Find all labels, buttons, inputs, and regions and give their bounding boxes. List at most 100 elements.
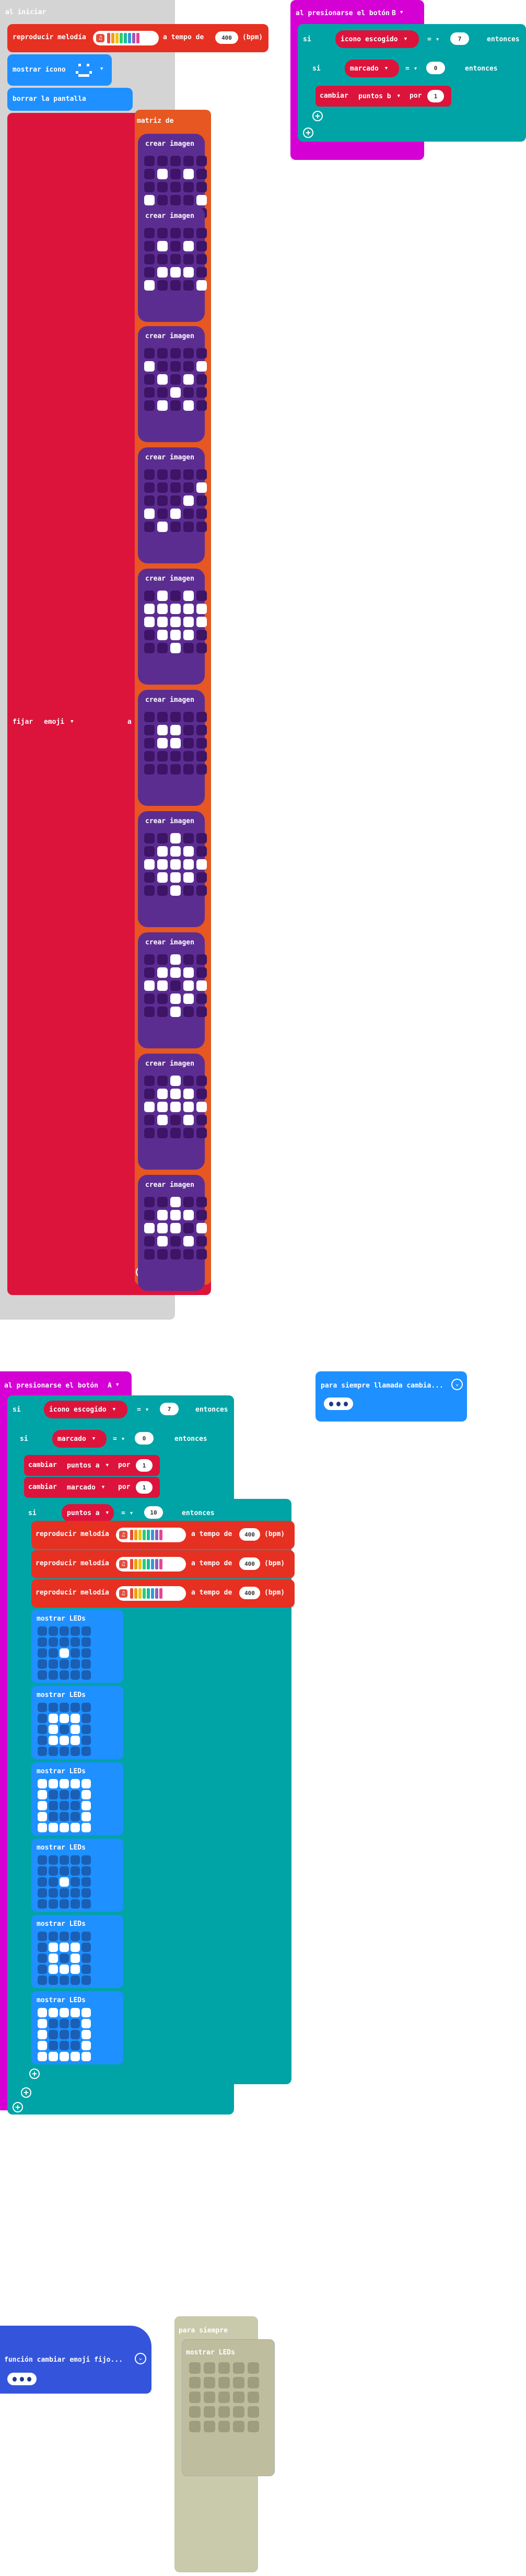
led-on[interactable] [183, 267, 194, 278]
led-on[interactable] [71, 1823, 80, 1832]
led-off[interactable] [144, 241, 155, 251]
led-off[interactable] [144, 387, 155, 398]
led-off[interactable] [144, 751, 155, 761]
led-off[interactable] [81, 1855, 91, 1865]
a-change2-var[interactable]: marcado ▼ [62, 1480, 114, 1495]
led-on[interactable] [49, 1943, 58, 1952]
led-off[interactable] [183, 254, 194, 264]
plus-icon[interactable]: + [303, 128, 313, 138]
led-off[interactable] [81, 1637, 91, 1647]
led-off[interactable] [157, 751, 168, 761]
led-on[interactable] [183, 1236, 194, 1246]
led-off[interactable] [81, 1714, 91, 1723]
led-on[interactable] [183, 604, 194, 614]
led-on[interactable] [49, 1779, 58, 1788]
led-off[interactable] [248, 2406, 259, 2418]
led-off[interactable] [170, 1115, 181, 1125]
led-off[interactable] [183, 712, 194, 722]
led-off[interactable] [248, 2362, 259, 2374]
led-off[interactable] [170, 1128, 181, 1138]
led-off[interactable] [144, 738, 155, 748]
led-off[interactable] [144, 872, 155, 883]
b-if2-var[interactable]: marcado ▼ [345, 60, 399, 77]
led-off[interactable] [189, 2421, 201, 2432]
led-on[interactable] [183, 859, 194, 870]
b-change-value[interactable]: 1 [427, 90, 444, 102]
led-on[interactable] [81, 1823, 91, 1832]
led-on[interactable] [71, 1954, 80, 1963]
led-on[interactable] [170, 954, 181, 965]
led-on[interactable] [170, 967, 181, 978]
led-on[interactable] [60, 1823, 69, 1832]
led-off[interactable] [49, 2041, 58, 2050]
led-off[interactable] [157, 182, 168, 192]
led-on[interactable] [170, 604, 181, 614]
led-off[interactable] [60, 1812, 69, 1821]
led-off[interactable] [170, 712, 181, 722]
led-off[interactable] [38, 1725, 47, 1734]
led-on[interactable] [170, 643, 181, 653]
led-grid[interactable] [38, 1703, 91, 1756]
led-off[interactable] [144, 228, 155, 238]
led-on[interactable] [60, 2008, 69, 2017]
led-off[interactable] [170, 195, 181, 205]
led-off[interactable] [218, 2362, 230, 2374]
image-led-grid[interactable] [144, 591, 207, 653]
led-off[interactable] [144, 1197, 155, 1207]
led-off[interactable] [49, 1888, 58, 1898]
led-off[interactable] [183, 1223, 194, 1233]
led-off[interactable] [170, 156, 181, 166]
led-off[interactable] [49, 1747, 58, 1756]
led-on[interactable] [71, 1943, 80, 1952]
led-off[interactable] [71, 1976, 80, 1985]
led-off[interactable] [233, 2377, 244, 2388]
led-off[interactable] [196, 387, 207, 398]
led-off[interactable] [60, 1670, 69, 1680]
a-change1-var[interactable]: puntos a ▼ [62, 1458, 114, 1473]
led-on[interactable] [170, 1102, 181, 1112]
led-off[interactable] [49, 1899, 58, 1909]
led-off[interactable] [189, 2406, 201, 2418]
a-if2-var[interactable]: marcado ▼ [52, 1430, 107, 1448]
led-on[interactable] [60, 1943, 69, 1952]
led-off[interactable] [71, 1812, 80, 1821]
led-off[interactable] [71, 1637, 80, 1647]
led-off[interactable] [81, 1725, 91, 1734]
led-on[interactable] [71, 2008, 80, 2017]
led-off[interactable] [196, 967, 207, 978]
led-on[interactable] [170, 1223, 181, 1233]
led-off[interactable] [196, 1128, 207, 1138]
led-off[interactable] [60, 1899, 69, 1909]
led-off[interactable] [157, 495, 168, 506]
led-off[interactable] [144, 169, 155, 179]
led-on[interactable] [157, 1210, 168, 1220]
led-on[interactable] [157, 241, 168, 251]
led-off[interactable] [157, 643, 168, 653]
led-off[interactable] [157, 1128, 168, 1138]
led-on[interactable] [183, 591, 194, 601]
led-on[interactable] [38, 1790, 47, 1799]
led-off[interactable] [60, 1932, 69, 1941]
led-off[interactable] [38, 1899, 47, 1909]
led-off[interactable] [183, 885, 194, 896]
led-off[interactable] [144, 1115, 155, 1125]
led-off[interactable] [49, 1976, 58, 1985]
led-on[interactable] [170, 994, 181, 1004]
led-on[interactable] [38, 2008, 47, 2017]
led-on[interactable] [157, 374, 168, 385]
a-if3-var[interactable]: puntos a ▼ [62, 1504, 114, 1522]
led-off[interactable] [157, 195, 168, 205]
led-off[interactable] [38, 1637, 47, 1647]
a-if1-var[interactable]: icono escogido ▼ [44, 1401, 127, 1418]
led-off[interactable] [38, 1866, 47, 1876]
led-on[interactable] [81, 2008, 91, 2017]
led-on[interactable] [196, 1223, 207, 1233]
image-led-grid[interactable] [144, 228, 207, 291]
led-off[interactable] [170, 169, 181, 179]
led-on[interactable] [81, 1801, 91, 1810]
led-off[interactable] [81, 1736, 91, 1745]
led-off[interactable] [196, 509, 207, 519]
led-off[interactable] [81, 1932, 91, 1941]
led-off[interactable] [196, 1236, 207, 1246]
led-on[interactable] [144, 361, 155, 372]
